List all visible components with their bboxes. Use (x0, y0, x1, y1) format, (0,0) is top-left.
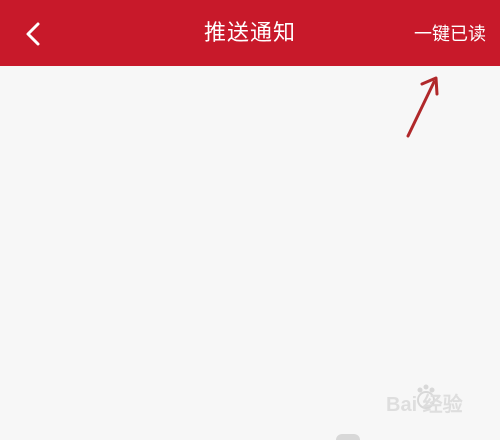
bottom-edge-element (336, 434, 360, 440)
annotation-arrow-icon (406, 76, 439, 138)
app-header: 推送通知 一键已读 (0, 0, 500, 66)
notification-screen: 推送通知 一键已读 Bai 经验 (0, 0, 500, 440)
mark-all-read-button[interactable]: 一键已读 (414, 22, 486, 48)
watermark: Bai 经验 (368, 382, 488, 422)
watermark-text: Bai 经验 (386, 394, 463, 416)
